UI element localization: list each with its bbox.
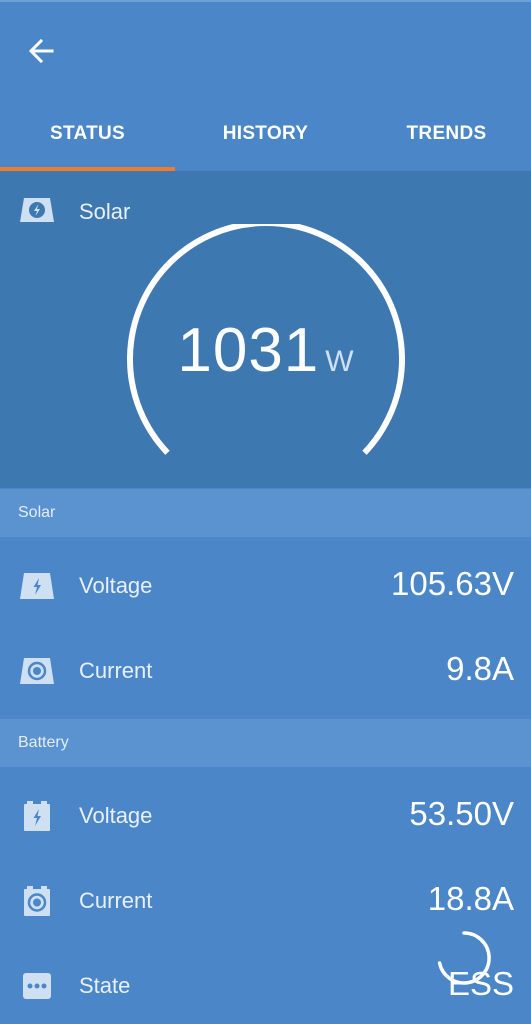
app-screen: STATUS HISTORY TRENDS Solar 1031 W Solar … — [0, 0, 531, 1024]
back-arrow-icon — [28, 38, 54, 64]
section-title-battery: Battery — [18, 734, 69, 751]
tab-history[interactable]: HISTORY — [177, 100, 354, 168]
section-title-solar: Solar — [18, 504, 56, 521]
solar-current-icon — [20, 658, 54, 684]
tab-bar: STATUS HISTORY TRENDS — [0, 100, 531, 170]
gauge-readout: 1031 W — [0, 315, 531, 386]
battery-current-value: 18.8A — [427, 880, 514, 917]
top-app-bar: STATUS HISTORY TRENDS — [0, 0, 531, 170]
solar-current-row: Current 9.8A — [0, 630, 531, 714]
gauge-unit: W — [325, 345, 354, 378]
solar-gauge-panel: Solar 1031 W — [0, 171, 531, 488]
solar-voltage-icon — [20, 573, 54, 599]
tab-trends[interactable]: TRENDS — [362, 100, 531, 168]
battery-voltage-value: 53.50V — [409, 795, 514, 832]
loading-spinner-icon — [437, 931, 491, 985]
section-header-battery: Battery — [0, 719, 531, 767]
battery-voltage-row: Voltage 53.50V — [0, 775, 531, 859]
section-header-solar: Solar — [0, 489, 531, 537]
battery-state-label: State — [79, 973, 131, 998]
tab-status[interactable]: STATUS — [0, 100, 175, 168]
battery-current-label: Current — [79, 888, 153, 913]
back-button[interactable] — [22, 34, 62, 68]
solar-current-label: Current — [79, 658, 153, 683]
battery-voltage-icon — [24, 801, 50, 831]
battery-current-icon — [24, 886, 50, 916]
solar-current-value: 9.8A — [446, 650, 514, 687]
battery-voltage-label: Voltage — [79, 803, 153, 828]
solar-voltage-value: 105.63V — [391, 565, 514, 602]
gauge-title: Solar — [79, 199, 131, 224]
solar-voltage-label: Voltage — [79, 573, 153, 598]
gauge-value: 1031 — [177, 316, 320, 385]
solar-voltage-row: Voltage 105.63V — [0, 545, 531, 629]
top-edge-line — [0, 0, 531, 2]
solar-panel-icon — [20, 198, 54, 222]
more-dots-icon — [23, 973, 51, 999]
